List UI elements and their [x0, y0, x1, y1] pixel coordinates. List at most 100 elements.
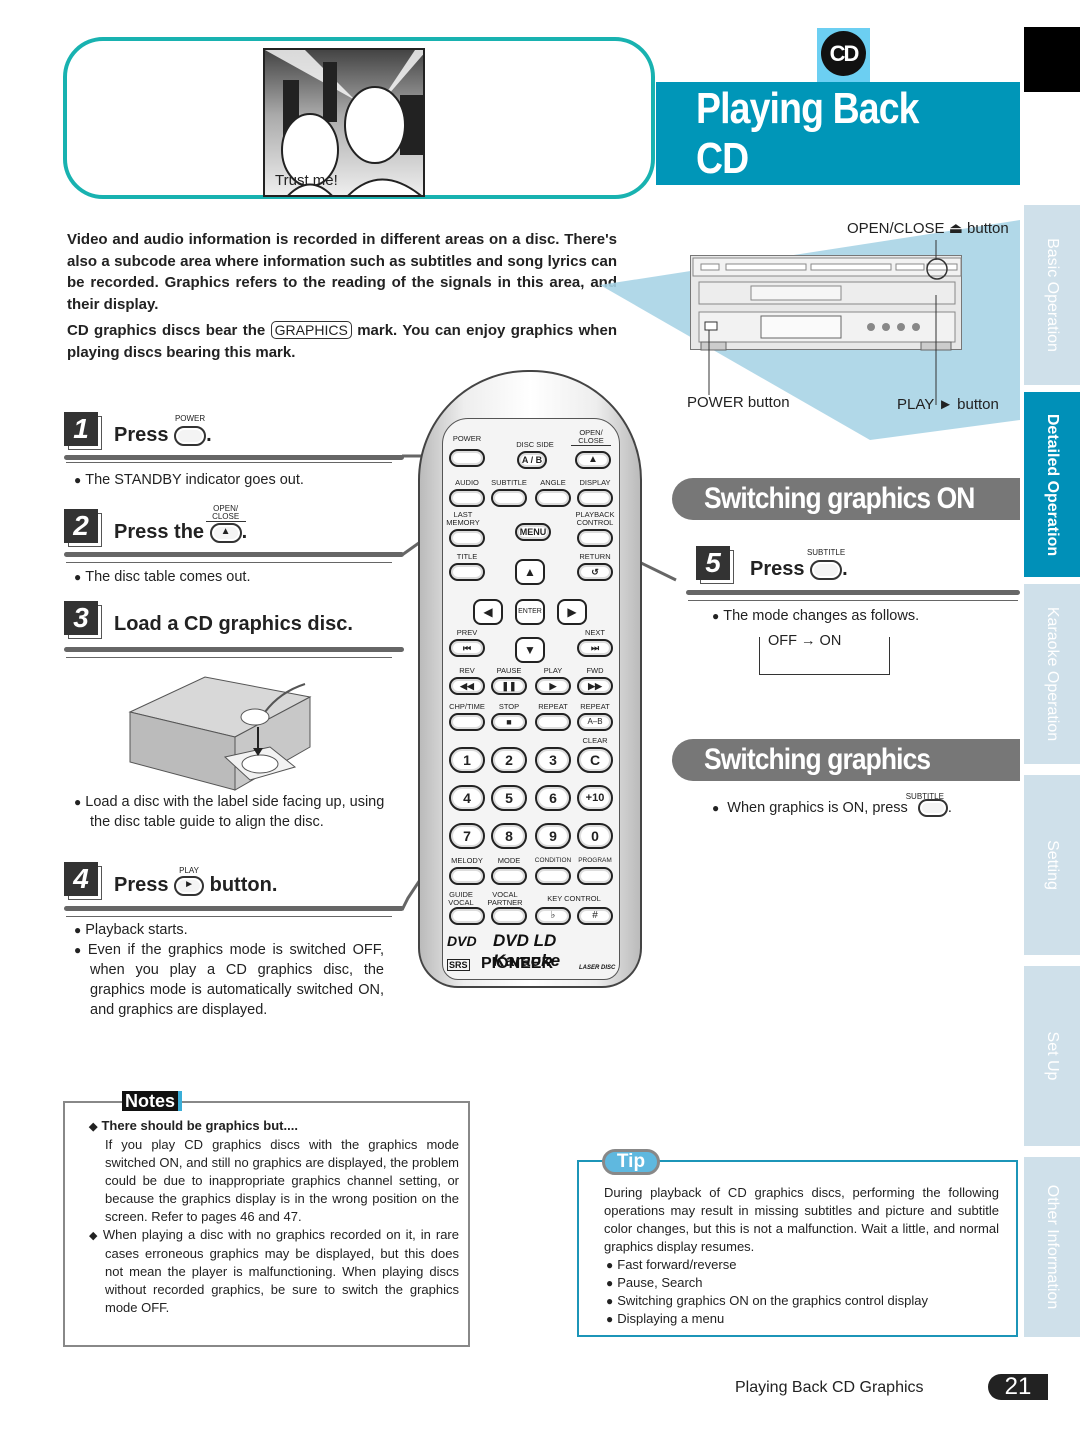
side-tab-setting[interactable]: Setting — [1024, 775, 1080, 955]
remote-key-3[interactable]: 3 — [535, 747, 571, 773]
page-title-line1: Playing Back CD — [696, 84, 919, 183]
remote-pause-button[interactable]: ❚❚ — [491, 677, 527, 695]
divider — [64, 906, 404, 911]
remote-menu-button[interactable]: MENU — [515, 523, 551, 541]
remote-fwd-button[interactable]: ▶▶ — [577, 677, 613, 695]
remote-key-9[interactable]: 9 — [535, 823, 571, 849]
note-1-heading: There should be graphics but.... — [89, 1117, 459, 1136]
remote-key-plus10[interactable]: +10 — [577, 785, 613, 811]
side-tab-label: Set Up — [1044, 1031, 1061, 1081]
remote-key-clear[interactable]: C — [577, 747, 613, 773]
remote-condition-button[interactable] — [535, 867, 571, 885]
divider — [688, 600, 1018, 601]
step-3: 3 Load a CD graphics disc. — [64, 601, 404, 661]
divider — [64, 647, 404, 652]
remote-next-button[interactable]: ⏭ — [577, 639, 613, 657]
switching-off-heading: Switching graphics OFF — [672, 739, 1020, 818]
side-tab-basic-operation[interactable]: Basic Operation — [1024, 205, 1080, 385]
remote-key-1[interactable]: 1 — [449, 747, 485, 773]
side-tab-karaoke-operation[interactable]: Karaoke Operation — [1024, 584, 1080, 764]
side-tab-other-information[interactable]: Other Information — [1024, 1157, 1080, 1337]
remote-rev-button[interactable]: ◀◀ — [449, 677, 485, 695]
remote-label-angle: ANGLE — [540, 478, 566, 487]
heading-text: Switching graphics ON — [704, 482, 975, 515]
step-number: 1 — [64, 412, 98, 446]
tip-text: During playback of CD graphics discs, pe… — [604, 1185, 999, 1254]
remote-left-button[interactable]: ◀ — [473, 599, 503, 625]
remote-guide-vocal-button[interactable] — [449, 907, 485, 925]
intro-text: Video and audio information is recorded … — [67, 229, 617, 368]
remote-return-button[interactable]: ↺ — [577, 563, 613, 581]
remote-key-5[interactable]: 5 — [491, 785, 527, 811]
remote-subtitle-button[interactable] — [491, 489, 527, 507]
remote-label-stop: STOP — [498, 702, 520, 711]
remote-playback-control-button[interactable] — [577, 529, 613, 547]
cd-logo-icon: CD — [821, 31, 866, 76]
button-caption: OPEN/ CLOSE — [205, 504, 246, 522]
remote-label-disc-side: DISC SIDE — [516, 440, 554, 449]
remote-enter-button[interactable]: ENTER — [515, 599, 545, 625]
step-3-bullet: Load a disc with the label side facing u… — [72, 792, 392, 832]
remote-title-button[interactable] — [449, 563, 485, 581]
remote-repeat-button[interactable] — [535, 713, 571, 731]
step-4-bullet-2: Even if the graphics mode is switched OF… — [72, 940, 384, 1020]
remote-open-close-button[interactable]: ▲ — [575, 451, 611, 469]
step-1: 1 Press POWER. — [64, 412, 404, 472]
step-title-suffix: . — [206, 424, 212, 446]
remote-label-pause: PAUSE — [496, 666, 522, 675]
remote-vocal-partner-button[interactable] — [491, 907, 527, 925]
step-4: 4 Press PLAY ► button. — [64, 862, 404, 922]
remote-last-memory-button[interactable] — [449, 529, 485, 547]
remote-disc-side-button[interactable]: A / B — [517, 451, 547, 469]
remote-audio-button[interactable] — [449, 489, 485, 507]
graphics-mark-icon: GRAPHICS — [270, 321, 352, 339]
mode-cycle-text: OFF → ON — [764, 633, 846, 649]
step-title: Press SUBTITLE. — [750, 548, 848, 581]
remote-melody-button[interactable] — [449, 867, 485, 885]
remote-down-button[interactable]: ▼ — [515, 637, 545, 663]
footer-title: Playing Back CD Graphics — [735, 1379, 924, 1396]
side-tab-set-up[interactable]: Set Up — [1024, 966, 1080, 1146]
step-title: Load a CD graphics disc. — [114, 613, 353, 635]
remote-key-8[interactable]: 8 — [491, 823, 527, 849]
comic-illustration: Trust me! — [263, 48, 425, 197]
remote-label-return: RETURN — [579, 552, 611, 561]
remote-label-fwd: FWD — [586, 666, 604, 675]
remote-mode-button[interactable] — [491, 867, 527, 885]
remote-key-4[interactable]: 4 — [449, 785, 485, 811]
page-number: 21 — [988, 1374, 1048, 1400]
side-tab-detailed-operation[interactable]: Detailed Operation — [1024, 392, 1080, 577]
remote-label-playback-control: PLAYBACK CONTROL — [575, 510, 615, 527]
remote-label-subtitle: SUBTITLE — [491, 478, 527, 487]
remote-key-6[interactable]: 6 — [535, 785, 571, 811]
play-icon: ► — [184, 878, 195, 890]
button-caption: SUBTITLE — [905, 792, 944, 802]
remote-display-button[interactable] — [577, 489, 613, 507]
step-title-suffix: . — [241, 521, 248, 543]
remote-stop-button[interactable]: ■ — [491, 713, 527, 731]
remote-program-button[interactable] — [577, 867, 613, 885]
remote-key-7[interactable]: 7 — [449, 823, 485, 849]
divider — [66, 462, 392, 463]
cd-badge: CD — [817, 28, 870, 83]
remote-chp-time-button[interactable] — [449, 713, 485, 731]
remote-up-button[interactable]: ▲ — [515, 559, 545, 585]
note-1-text: If you play CD graphics discs with the g… — [105, 1137, 459, 1224]
remote-key-flat-button[interactable]: ♭ — [535, 907, 571, 925]
subtitle-button-icon: SUBTITLE — [807, 548, 845, 580]
comic-caption: Trust me! — [275, 172, 338, 189]
side-tab-label: Karaoke Operation — [1044, 606, 1061, 742]
remote-repeat-ab-button[interactable]: A–B — [577, 713, 613, 731]
remote-key-0[interactable]: 0 — [577, 823, 613, 849]
play-button-icon: PLAY ► — [174, 866, 205, 896]
remote-prev-button[interactable]: ⏮ — [449, 639, 485, 657]
remote-play-button[interactable]: ▶ — [535, 677, 571, 695]
remote-power-button[interactable] — [449, 449, 485, 467]
bullet-text: When graphics is ON, press — [727, 800, 908, 816]
remote-key-2[interactable]: 2 — [491, 747, 527, 773]
remote-angle-button[interactable] — [535, 489, 571, 507]
power-button-label: POWER button — [687, 394, 790, 411]
remote-key-sharp-button[interactable]: # — [577, 907, 613, 925]
divider — [66, 657, 392, 658]
remote-right-button[interactable]: ▶ — [557, 599, 587, 625]
